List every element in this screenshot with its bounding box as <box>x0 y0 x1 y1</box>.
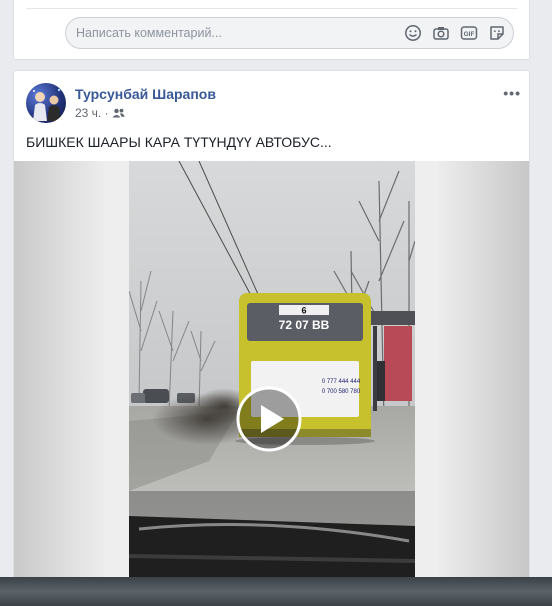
comment-input[interactable]: Написать комментарий... GIF <box>65 17 514 49</box>
video-player[interactable]: 6 72 07 BB 0 777 444 444 0 700 580 780 <box>14 161 529 591</box>
friends-icon[interactable] <box>112 108 125 118</box>
sticker-icon[interactable] <box>488 24 506 42</box>
comment-placeholder: Написать комментарий... <box>76 26 222 40</box>
play-button[interactable] <box>236 386 302 452</box>
divider <box>26 8 517 9</box>
video-frame: 6 72 07 BB 0 777 444 444 0 700 580 780 <box>129 161 415 591</box>
taskbar-strip <box>0 577 552 606</box>
post-author[interactable]: Турсунбай Шарапов <box>75 86 216 102</box>
bus-ad-phone-1: 0 777 444 444 <box>322 379 361 385</box>
post-card: Турсунбай Шарапов 23 ч. · ••• БИШКЕК ШАА… <box>13 70 530 592</box>
bus-route-number: 6 <box>301 306 306 316</box>
bus-ad-phone-2: 0 700 580 780 <box>322 389 361 395</box>
post-text: БИШКЕК ШААРЫ КАРА ТҮТҮНДҮҮ АВТОБУС... <box>26 134 332 150</box>
post-meta: 23 ч. · <box>75 106 125 120</box>
camera-icon[interactable] <box>432 24 450 42</box>
avatar-image <box>33 88 61 121</box>
separator-dot: · <box>104 106 112 120</box>
bus-plate: 72 07 BB <box>279 318 330 332</box>
svg-text:GIF: GIF <box>464 31 475 38</box>
emoji-icon[interactable] <box>404 24 422 42</box>
more-options-button[interactable]: ••• <box>503 85 521 101</box>
gif-icon[interactable]: GIF <box>460 24 478 42</box>
avatar[interactable] <box>26 83 66 123</box>
post-time[interactable]: 23 ч. <box>75 106 101 120</box>
previous-post-card: Написать комментарий... GIF <box>13 0 530 60</box>
